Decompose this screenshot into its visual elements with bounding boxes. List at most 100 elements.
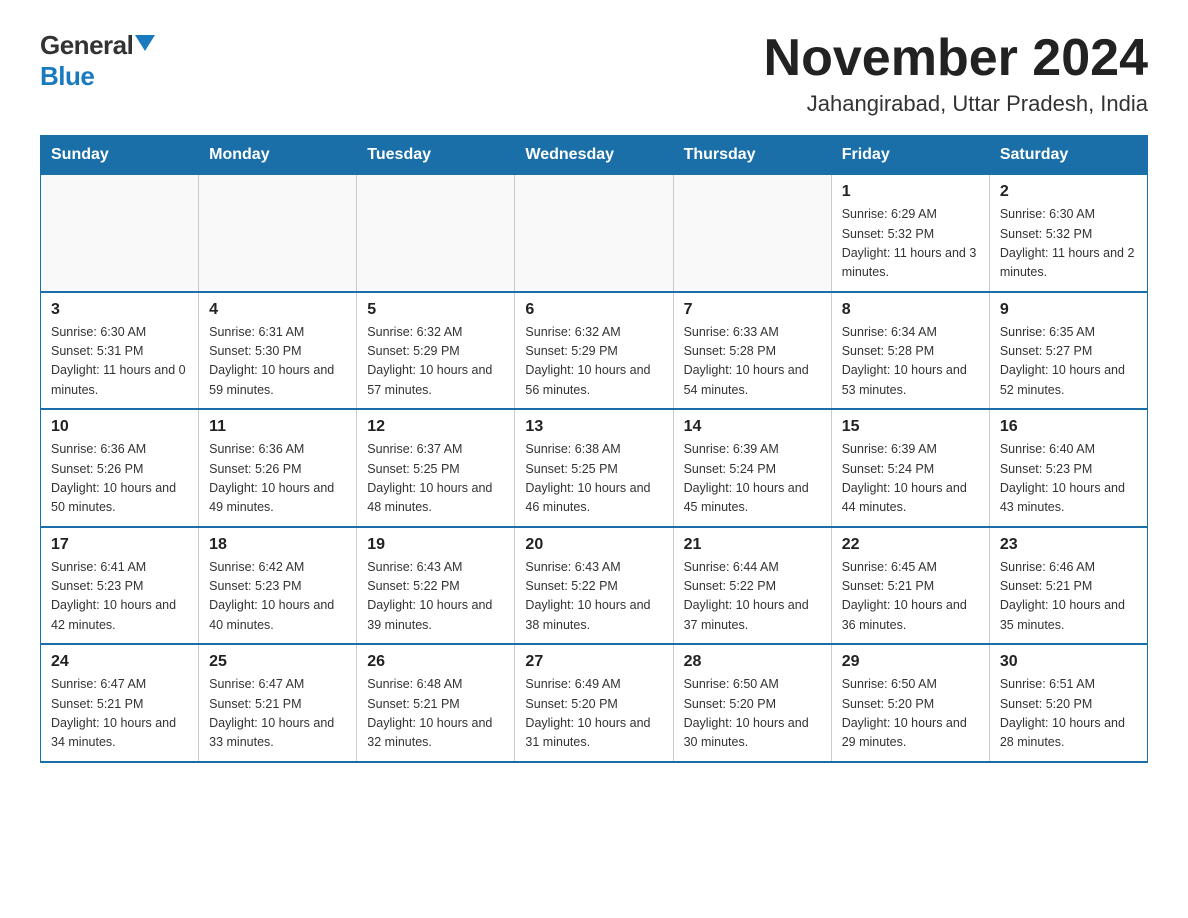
day-number: 22	[842, 536, 979, 554]
weekday-header-tuesday: Tuesday	[357, 136, 515, 175]
calendar-cell: 3 Sunrise: 6:30 AMSunset: 5:31 PMDaylight…	[41, 292, 199, 410]
day-info: Sunrise: 6:32 AMSunset: 5:29 PMDaylight:…	[525, 323, 662, 401]
calendar-cell	[515, 175, 673, 292]
calendar-cell: 4 Sunrise: 6:31 AMSunset: 5:30 PMDaylight…	[199, 292, 357, 410]
calendar-cell: 30 Sunrise: 6:51 AMSunset: 5:20 PMDayligh…	[989, 644, 1147, 762]
day-info: Sunrise: 6:29 AMSunset: 5:32 PMDaylight:…	[842, 205, 979, 283]
logo-blue-text: Blue	[40, 61, 94, 91]
day-info: Sunrise: 6:44 AMSunset: 5:22 PMDaylight:…	[684, 558, 821, 636]
calendar-cell: 22 Sunrise: 6:45 AMSunset: 5:21 PMDayligh…	[831, 527, 989, 645]
day-number: 26	[367, 653, 504, 671]
day-number: 8	[842, 301, 979, 319]
day-number: 23	[1000, 536, 1137, 554]
day-number: 14	[684, 418, 821, 436]
weekday-header-thursday: Thursday	[673, 136, 831, 175]
day-number: 19	[367, 536, 504, 554]
day-info: Sunrise: 6:47 AMSunset: 5:21 PMDaylight:…	[209, 675, 346, 753]
day-info: Sunrise: 6:40 AMSunset: 5:23 PMDaylight:…	[1000, 440, 1137, 518]
calendar-cell: 27 Sunrise: 6:49 AMSunset: 5:20 PMDayligh…	[515, 644, 673, 762]
day-number: 10	[51, 418, 188, 436]
day-number: 2	[1000, 183, 1137, 201]
day-info: Sunrise: 6:49 AMSunset: 5:20 PMDaylight:…	[525, 675, 662, 753]
calendar-week-row: 1 Sunrise: 6:29 AMSunset: 5:32 PMDaylight…	[41, 175, 1148, 292]
day-info: Sunrise: 6:37 AMSunset: 5:25 PMDaylight:…	[367, 440, 504, 518]
calendar-cell: 15Sunrise: 6:39 AMSunset: 5:24 PMDayligh…	[831, 409, 989, 527]
day-number: 20	[525, 536, 662, 554]
calendar-cell	[41, 175, 199, 292]
calendar-cell: 26Sunrise: 6:48 AMSunset: 5:21 PMDayligh…	[357, 644, 515, 762]
day-info: Sunrise: 6:30 AMSunset: 5:31 PMDaylight:…	[51, 323, 188, 401]
day-number: 7	[684, 301, 821, 319]
calendar-cell	[199, 175, 357, 292]
calendar-cell: 1 Sunrise: 6:29 AMSunset: 5:32 PMDaylight…	[831, 175, 989, 292]
calendar-cell: 9Sunrise: 6:35 AMSunset: 5:27 PMDaylight…	[989, 292, 1147, 410]
day-number: 24	[51, 653, 188, 671]
logo-triangle-icon	[135, 35, 155, 51]
calendar-cell: 7 Sunrise: 6:33 AMSunset: 5:28 PMDaylight…	[673, 292, 831, 410]
calendar-cell: 8 Sunrise: 6:34 AMSunset: 5:28 PMDaylight…	[831, 292, 989, 410]
day-number: 17	[51, 536, 188, 554]
day-number: 13	[525, 418, 662, 436]
day-info: Sunrise: 6:43 AMSunset: 5:22 PMDaylight:…	[367, 558, 504, 636]
day-number: 25	[209, 653, 346, 671]
day-number: 29	[842, 653, 979, 671]
logo: General Blue	[40, 30, 155, 92]
day-number: 4	[209, 301, 346, 319]
calendar-cell: 29Sunrise: 6:50 AMSunset: 5:20 PMDayligh…	[831, 644, 989, 762]
calendar-cell: 5 Sunrise: 6:32 AMSunset: 5:29 PMDaylight…	[357, 292, 515, 410]
day-number: 16	[1000, 418, 1137, 436]
day-info: Sunrise: 6:41 AMSunset: 5:23 PMDaylight:…	[51, 558, 188, 636]
calendar-cell: 16 Sunrise: 6:40 AMSunset: 5:23 PMDayligh…	[989, 409, 1147, 527]
weekday-header-row: SundayMondayTuesdayWednesdayThursdayFrid…	[41, 136, 1148, 175]
calendar-cell: 21Sunrise: 6:44 AMSunset: 5:22 PMDayligh…	[673, 527, 831, 645]
day-number: 1	[842, 183, 979, 201]
day-info: Sunrise: 6:36 AMSunset: 5:26 PMDaylight:…	[209, 440, 346, 518]
weekday-header-saturday: Saturday	[989, 136, 1147, 175]
weekday-header-sunday: Sunday	[41, 136, 199, 175]
calendar-cell: 6 Sunrise: 6:32 AMSunset: 5:29 PMDaylight…	[515, 292, 673, 410]
calendar-cell: 10 Sunrise: 6:36 AMSunset: 5:26 PMDayligh…	[41, 409, 199, 527]
calendar-week-row: 24 Sunrise: 6:47 AMSunset: 5:21 PMDayligh…	[41, 644, 1148, 762]
day-info: Sunrise: 6:38 AMSunset: 5:25 PMDaylight:…	[525, 440, 662, 518]
calendar-week-row: 3 Sunrise: 6:30 AMSunset: 5:31 PMDaylight…	[41, 292, 1148, 410]
calendar-cell	[673, 175, 831, 292]
day-info: Sunrise: 6:33 AMSunset: 5:28 PMDaylight:…	[684, 323, 821, 401]
calendar-cell: 24 Sunrise: 6:47 AMSunset: 5:21 PMDayligh…	[41, 644, 199, 762]
day-info: Sunrise: 6:47 AMSunset: 5:21 PMDaylight:…	[51, 675, 188, 753]
day-number: 11	[209, 418, 346, 436]
calendar-header: SundayMondayTuesdayWednesdayThursdayFrid…	[41, 136, 1148, 175]
day-number: 27	[525, 653, 662, 671]
weekday-header-friday: Friday	[831, 136, 989, 175]
day-info: Sunrise: 6:30 AMSunset: 5:32 PMDaylight:…	[1000, 205, 1137, 283]
day-number: 28	[684, 653, 821, 671]
calendar-cell: 17 Sunrise: 6:41 AMSunset: 5:23 PMDayligh…	[41, 527, 199, 645]
day-info: Sunrise: 6:31 AMSunset: 5:30 PMDaylight:…	[209, 323, 346, 401]
day-info: Sunrise: 6:34 AMSunset: 5:28 PMDaylight:…	[842, 323, 979, 401]
calendar-cell: 2 Sunrise: 6:30 AMSunset: 5:32 PMDaylight…	[989, 175, 1147, 292]
day-number: 12	[367, 418, 504, 436]
calendar-cell: 28Sunrise: 6:50 AMSunset: 5:20 PMDayligh…	[673, 644, 831, 762]
month-title: November 2024	[764, 30, 1148, 87]
calendar-body: 1 Sunrise: 6:29 AMSunset: 5:32 PMDaylight…	[41, 175, 1148, 762]
location-subtitle: Jahangirabad, Uttar Pradesh, India	[764, 91, 1148, 117]
day-number: 3	[51, 301, 188, 319]
calendar-table: SundayMondayTuesdayWednesdayThursdayFrid…	[40, 135, 1148, 763]
calendar-cell: 14Sunrise: 6:39 AMSunset: 5:24 PMDayligh…	[673, 409, 831, 527]
day-number: 9	[1000, 301, 1137, 319]
day-number: 18	[209, 536, 346, 554]
calendar-week-row: 17 Sunrise: 6:41 AMSunset: 5:23 PMDayligh…	[41, 527, 1148, 645]
calendar-cell: 25 Sunrise: 6:47 AMSunset: 5:21 PMDayligh…	[199, 644, 357, 762]
day-number: 6	[525, 301, 662, 319]
calendar-cell: 23Sunrise: 6:46 AMSunset: 5:21 PMDayligh…	[989, 527, 1147, 645]
weekday-header-wednesday: Wednesday	[515, 136, 673, 175]
day-number: 5	[367, 301, 504, 319]
day-info: Sunrise: 6:51 AMSunset: 5:20 PMDaylight:…	[1000, 675, 1137, 753]
logo-general-text: General	[40, 30, 133, 61]
calendar-cell: 13 Sunrise: 6:38 AMSunset: 5:25 PMDayligh…	[515, 409, 673, 527]
day-info: Sunrise: 6:36 AMSunset: 5:26 PMDaylight:…	[51, 440, 188, 518]
day-number: 30	[1000, 653, 1137, 671]
day-info: Sunrise: 6:45 AMSunset: 5:21 PMDaylight:…	[842, 558, 979, 636]
calendar-cell: 11 Sunrise: 6:36 AMSunset: 5:26 PMDayligh…	[199, 409, 357, 527]
calendar-title-area: November 2024 Jahangirabad, Uttar Prades…	[764, 30, 1148, 117]
day-info: Sunrise: 6:32 AMSunset: 5:29 PMDaylight:…	[367, 323, 504, 401]
